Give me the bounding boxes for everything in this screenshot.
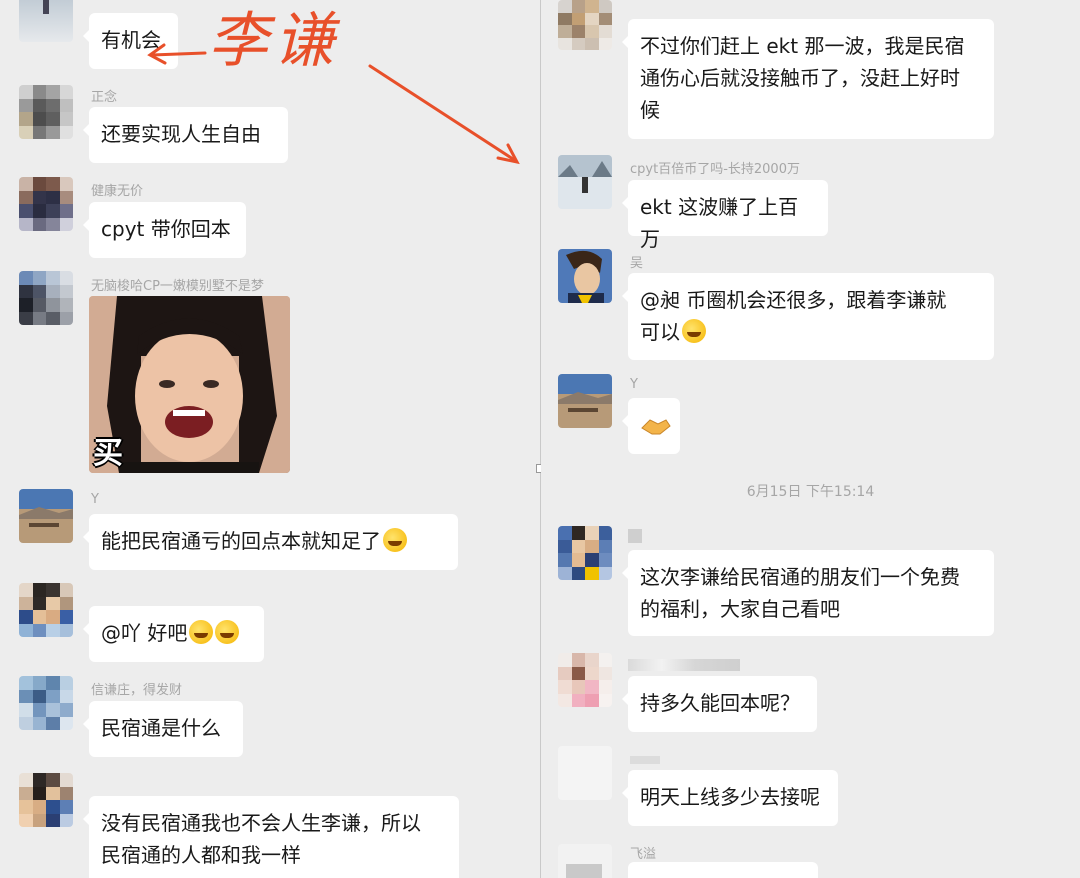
message-text: 民宿通是什么	[101, 716, 221, 740]
message-text: 能把民宿通亏的回点本就知足了	[101, 529, 381, 553]
avatar[interactable]	[19, 676, 73, 730]
landscape-avatar	[19, 489, 73, 543]
avatar[interactable]	[558, 155, 612, 209]
message-text: 还要实现人生自由	[101, 122, 261, 146]
sender-name: 正念	[91, 90, 118, 105]
annotation-label: 李谦	[208, 6, 340, 76]
avatar[interactable]	[558, 526, 612, 580]
laugh-cry-emoji-icon	[215, 620, 240, 644]
message-text-line: 民宿通的人都和我一样	[101, 843, 301, 867]
message-text: 持多久能回本呢？	[640, 691, 800, 715]
message-text-line: @昶 币圈机会还很多，跟着李谦就	[640, 288, 947, 312]
pixelated-avatar	[19, 583, 73, 637]
message-bubble[interactable]: 能把民宿通亏的回点本就知足了	[83, 514, 458, 570]
message-bubble[interactable]: 还要实现人生自由	[83, 107, 288, 163]
cartoon-avatar	[558, 249, 612, 303]
message-text: 明天上线多少去接呢	[640, 785, 820, 809]
sender-name	[628, 529, 642, 543]
chat-panel-right[interactable]: 不过你们赶上 ekt 那一波，我是民宿 通伤心后就没接触币了，没赶上好时 候 c…	[541, 0, 1080, 878]
pixelated-avatar	[558, 0, 612, 50]
pixelated-avatar	[558, 653, 612, 707]
handshake-icon	[641, 419, 671, 435]
avatar[interactable]	[19, 773, 73, 827]
image-message[interactable]: 买	[89, 296, 290, 473]
sender-name: Y	[91, 492, 99, 507]
avatar[interactable]	[558, 746, 612, 800]
sender-name	[628, 659, 740, 671]
message-text-line: 不过你们赶上 ekt 那一波，我是民宿	[640, 34, 965, 58]
avatar[interactable]	[19, 0, 73, 42]
avatar[interactable]	[19, 583, 73, 637]
message-text: @吖 好吧	[101, 621, 188, 645]
message-bubble[interactable]: cpyt 带你回本	[83, 202, 246, 258]
sender-name: Y	[630, 377, 638, 392]
message-bubble[interactable]: 有机会	[83, 13, 178, 69]
avatar[interactable]	[19, 271, 73, 325]
avatar[interactable]	[19, 177, 73, 231]
avatar[interactable]	[19, 489, 73, 543]
image-caption: 买	[93, 436, 123, 471]
avatar[interactable]	[558, 249, 612, 303]
sender-name	[630, 756, 660, 764]
message-text-line: 通伤心后就没接触币了，没赶上好时	[640, 66, 960, 90]
sender-name: 无脑梭哈CP一嫩模别墅不是梦	[91, 279, 264, 294]
message-bubble[interactable]: 民宿通是什么	[83, 701, 243, 757]
avatar[interactable]	[558, 0, 612, 50]
message-bubble[interactable]	[628, 862, 818, 878]
blush-smile-emoji-icon	[682, 319, 706, 343]
sender-name: cpyt百倍币了吗-长持2000万	[630, 162, 800, 177]
message-bubble[interactable]: 这次李谦给民宿通的朋友们一个免费 的福利，大家自己看吧	[622, 550, 994, 636]
laugh-cry-emoji-icon	[189, 620, 214, 644]
avatar[interactable]	[558, 844, 612, 878]
landscape-avatar	[558, 374, 612, 428]
pixelated-avatar	[19, 85, 73, 139]
pixelated-avatar	[558, 526, 612, 580]
sender-name: 信谦庄，得发财	[91, 683, 183, 698]
timestamp: 6月15日 下午15:14	[746, 484, 875, 500]
message-bubble[interactable]: @昶 币圈机会还很多，跟着李谦就 可以	[622, 273, 994, 360]
message-bubble[interactable]: 持多久能回本呢？	[622, 676, 817, 732]
message-text-line: 可以	[640, 320, 680, 344]
pixelated-avatar	[19, 177, 73, 231]
avatar[interactable]	[19, 85, 73, 139]
avatar[interactable]	[558, 653, 612, 707]
message-text-line: 没有民宿通我也不会人生李谦，所以	[101, 811, 421, 835]
message-text-line: 候	[640, 98, 660, 122]
sender-name: 健康无价	[91, 184, 144, 199]
message-bubble[interactable]	[622, 398, 680, 454]
message-text-line: 的福利，大家自己看吧	[640, 597, 840, 621]
message-bubble[interactable]: 不过你们赶上 ekt 那一波，我是民宿 通伤心后就没接触币了，没赶上好时 候	[622, 19, 994, 139]
pixelated-avatar	[19, 676, 73, 730]
pixelated-avatar	[19, 271, 73, 325]
laugh-cry-emoji-icon	[383, 528, 407, 552]
message-text: cpyt 带你回本	[101, 217, 231, 241]
message-text: 有机会	[101, 28, 161, 52]
message-bubble[interactable]: ekt 这波赚了上百万	[622, 180, 828, 251]
avatar[interactable]	[558, 374, 612, 428]
sender-name: 飞溢	[630, 847, 657, 862]
message-text: ekt 这波赚了上百万	[640, 195, 799, 251]
chat-panel-left[interactable]: 有机会 正念 还要实现人生自由 健康无价 cpyt 带你回本 无脑梭哈CP一嫩模…	[0, 0, 540, 878]
sender-name: 吴	[630, 256, 644, 271]
snow-scene-avatar	[558, 155, 612, 209]
message-bubble[interactable]: 明天上线多少去接呢	[622, 770, 838, 826]
message-bubble[interactable]: 没有民宿通我也不会人生李谦，所以 民宿通的人都和我一样	[83, 796, 459, 878]
pixelated-avatar	[19, 773, 73, 827]
message-bubble[interactable]: @吖 好吧	[83, 606, 264, 662]
message-text-line: 这次李谦给民宿通的朋友们一个免费	[640, 565, 960, 589]
person-silhouette-icon	[43, 0, 49, 14]
gray-avatar	[558, 844, 612, 878]
